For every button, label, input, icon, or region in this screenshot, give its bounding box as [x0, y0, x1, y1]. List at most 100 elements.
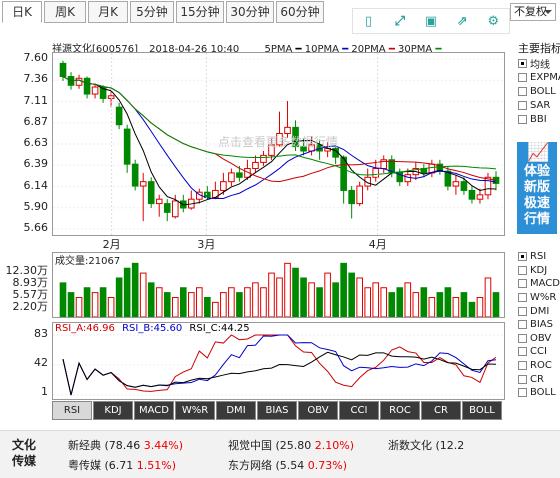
- price-tick: 7.11: [23, 93, 49, 107]
- checkbox[interactable]: [518, 306, 527, 316]
- rsi-tick: 1: [41, 385, 48, 398]
- settings-icon[interactable]: ⚙: [484, 14, 502, 29]
- checkbox[interactable]: [518, 265, 527, 275]
- checkbox[interactable]: [518, 320, 527, 330]
- tab-15min[interactable]: 15分钟: [176, 1, 224, 23]
- checkbox[interactable]: [518, 100, 527, 110]
- volume-panel[interactable]: 成交量:21067: [52, 252, 505, 318]
- footer-stock-4[interactable]: 粤传媒 (6.71 1.51%): [68, 457, 176, 473]
- tab-day-k[interactable]: 日K: [2, 1, 42, 23]
- volume-bar: [147, 282, 155, 318]
- main-index-option[interactable]: BOLL: [518, 84, 560, 98]
- promo-new-quote[interactable]: 📈 体验 新版 极速 行情: [517, 142, 557, 234]
- volume-bar: [396, 287, 404, 318]
- volume-bar: [284, 262, 291, 318]
- checkbox[interactable]: [518, 58, 527, 68]
- month-label: 3月: [197, 238, 216, 251]
- indicator-tab[interactable]: RSI: [52, 401, 92, 420]
- indicator-option[interactable]: KDJ: [518, 264, 560, 278]
- volume-bar: [292, 267, 299, 318]
- indicator-option[interactable]: RSI: [518, 250, 560, 264]
- indicator-tab[interactable]: OBV: [298, 401, 338, 420]
- checkbox[interactable]: [518, 86, 527, 96]
- checkbox[interactable]: [518, 279, 527, 289]
- volume-bar: [476, 296, 484, 318]
- rsi-panel[interactable]: RSI_A:46.96 RSI_B:45.60 RSI_C:44.25: [52, 322, 505, 400]
- candle: [115, 102, 123, 130]
- volume-bar: [179, 287, 187, 318]
- checkbox[interactable]: [518, 333, 527, 343]
- checkbox[interactable]: [518, 347, 527, 357]
- indicator-option[interactable]: ROC: [518, 359, 560, 373]
- candle: [468, 186, 476, 204]
- checkbox[interactable]: [518, 293, 527, 303]
- indicator-tab[interactable]: DMI: [216, 401, 256, 420]
- candle: [75, 74, 83, 89]
- checkbox[interactable]: [518, 374, 527, 384]
- price-tick: 7.60: [23, 51, 49, 64]
- volume-bar: [123, 267, 131, 318]
- indicator-option[interactable]: MACD: [518, 277, 560, 291]
- volume-bar: [204, 296, 211, 318]
- checkbox[interactable]: [518, 72, 527, 82]
- price-tick: 6.63: [23, 136, 49, 149]
- fullscreen-icon[interactable]: ⤢: [391, 14, 409, 29]
- indicator-option[interactable]: DMI: [518, 304, 560, 318]
- volume-bar: [67, 292, 75, 318]
- month-label: 4月: [368, 238, 387, 251]
- phone-icon[interactable]: ▯: [360, 14, 378, 29]
- indicator-option[interactable]: CCI: [518, 345, 560, 359]
- indicator-option[interactable]: CR: [518, 372, 560, 386]
- candle: [131, 159, 139, 191]
- footer-stock-3[interactable]: 浙数文化 (12.2: [388, 437, 464, 453]
- rsi-legend: RSI_A:46.96 RSI_B:45.60 RSI_C:44.25: [55, 323, 250, 334]
- sector-footer: 文化传媒 新经典 (78.46 3.44%) 视觉中国 (25.80 2.10%…: [0, 430, 560, 478]
- volume-bar: [99, 287, 107, 318]
- tab-month-k[interactable]: 月K: [88, 1, 128, 23]
- checkbox[interactable]: [518, 361, 527, 371]
- checkbox[interactable]: [518, 388, 527, 398]
- tab-60min[interactable]: 60分钟: [276, 1, 324, 23]
- indicator-option[interactable]: OBV: [518, 332, 560, 346]
- footer-stock-1[interactable]: 新经典 (78.46 3.44%): [68, 437, 183, 453]
- volume-bar: [380, 287, 388, 318]
- indicator-option[interactable]: W%R: [518, 291, 560, 305]
- candle: [260, 151, 267, 166]
- candle: [340, 155, 347, 204]
- candle: [187, 190, 195, 210]
- share-icon[interactable]: ⇗: [453, 14, 471, 29]
- volume-bar: [324, 272, 331, 318]
- indicator-tab[interactable]: CR: [421, 401, 461, 420]
- tab-week-k[interactable]: 周K: [44, 1, 86, 23]
- volume-bar: [412, 292, 420, 318]
- indicator-tab[interactable]: CCI: [339, 401, 379, 420]
- indicator-option[interactable]: BOLL: [518, 386, 560, 400]
- main-index-option[interactable]: EXPMA: [518, 70, 560, 84]
- indicator-tab[interactable]: W%R: [175, 401, 215, 420]
- indicator-tab[interactable]: KDJ: [93, 401, 133, 420]
- footer-stock-5[interactable]: 东方网络 (5.54 0.73%): [228, 457, 347, 473]
- checkbox[interactable]: [518, 114, 527, 124]
- volume-chart: [59, 262, 500, 318]
- main-index-option[interactable]: BBI: [518, 112, 560, 126]
- checkbox[interactable]: [518, 252, 527, 262]
- volume-bar: [404, 282, 412, 318]
- rsi-tick: 83: [34, 327, 48, 340]
- price-tick: 6.87: [23, 114, 49, 128]
- sector-title: 文化传媒: [12, 438, 37, 468]
- candle: [356, 181, 363, 207]
- save-icon[interactable]: ▣: [422, 14, 440, 29]
- adjust-select[interactable]: 不复权: [510, 3, 556, 21]
- candle: [348, 186, 355, 219]
- indicator-tab[interactable]: MACD: [134, 401, 174, 420]
- tab-30min[interactable]: 30分钟: [226, 1, 274, 23]
- indicator-option[interactable]: BIAS: [518, 318, 560, 332]
- indicator-tab[interactable]: BIAS: [257, 401, 297, 420]
- footer-stock-2[interactable]: 视觉中国 (25.80 2.10%): [228, 437, 354, 453]
- main-index-option[interactable]: 均线: [518, 56, 560, 71]
- tab-5min[interactable]: 5分钟: [130, 1, 174, 23]
- indicator-tab[interactable]: ROC: [380, 401, 420, 420]
- main-index-option[interactable]: SAR: [518, 98, 560, 112]
- indicator-tab[interactable]: BOLL: [462, 401, 502, 420]
- volume-bar: [372, 282, 380, 318]
